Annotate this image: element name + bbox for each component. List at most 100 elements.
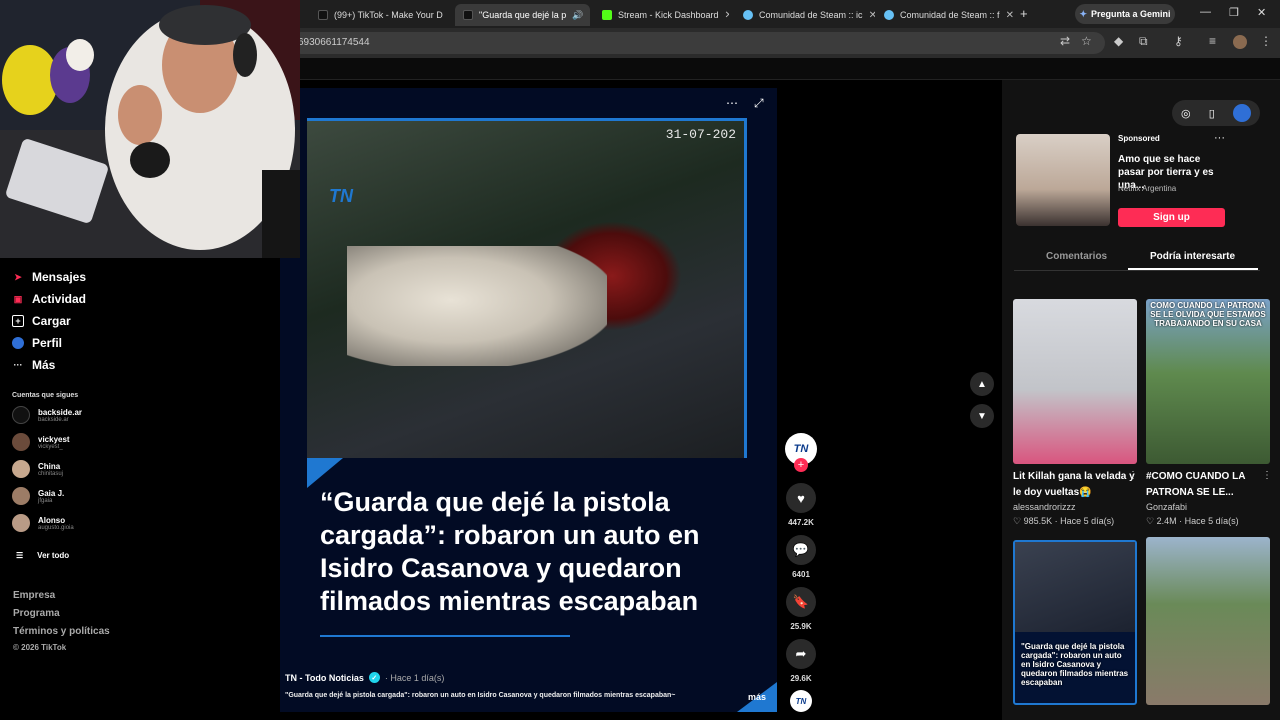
chevron-down-icon: ▼ [977, 410, 987, 422]
comment-button[interactable]: 💬 6401 [786, 535, 816, 579]
speaker-icon[interactable]: 🔊 [572, 10, 583, 21]
puzzle-icon[interactable]: ⧉ [1139, 34, 1148, 49]
account-name: vickyest [38, 434, 70, 444]
ask-gemini-button[interactable]: ✦ Pregunta a Gemini [1075, 4, 1175, 24]
maximize-icon[interactable]: ❐ [1229, 6, 1239, 19]
browser-menu-icon[interactable]: ⋮ [1260, 34, 1272, 48]
new-tab-button[interactable]: + [1020, 6, 1028, 21]
footer-link[interactable]: Términos y políticas [13, 626, 110, 637]
footer-link[interactable]: Programa [13, 608, 60, 619]
card-user[interactable]: Gonzafabi [1146, 502, 1187, 512]
sidebar-item-perfil[interactable]: Perfil [12, 336, 62, 350]
recommended-video-thumbnail[interactable]: "Guarda que dejé la pistola cargada": ro… [1013, 540, 1137, 705]
gemini-sparkle-icon: ✦ [1079, 8, 1087, 19]
more-options-icon[interactable]: ⋯ [726, 96, 738, 110]
see-all-label: Ver todo [37, 551, 70, 560]
plus-square-icon: + [12, 315, 24, 327]
address-bar[interactable]: 6930661174544 [290, 32, 1105, 54]
expand-icon[interactable]: ⤢ [754, 96, 764, 111]
sidebar-item-actividad[interactable]: ▣ Actividad [12, 292, 86, 306]
card-title[interactable]: Lit Killah gana la velada y le doy vuelt… [1013, 469, 1137, 501]
tab-label: "Guarda que dejé la p [479, 10, 567, 20]
signup-button[interactable]: Sign up [1118, 208, 1225, 227]
card-stats: ♡ 2.4M · Hace 5 día(s) [1146, 516, 1239, 526]
bookmark-icon: 🔖 [786, 587, 816, 617]
white-car-shape [347, 246, 607, 366]
card-options-icon[interactable]: ⋮ [1128, 470, 1138, 481]
avatar[interactable] [1232, 104, 1251, 122]
followed-account[interactable]: Alonso augusto.gioia [12, 514, 74, 532]
recommended-video-thumbnail[interactable] [1146, 537, 1270, 705]
previous-video-button[interactable]: ▲ [970, 372, 994, 396]
browser-tab-kick[interactable]: Stream - Kick Dashboard ✕ [594, 4, 729, 26]
card-user[interactable]: alessandrorizzz [1013, 502, 1076, 512]
card-title[interactable]: #COMO CUANDO LA PATRONA SE LE... [1146, 469, 1270, 501]
see-all-link[interactable]: ☰ Ver todo [16, 551, 69, 560]
next-video-button[interactable]: ▼ [970, 404, 994, 428]
sidebar-item-mensajes[interactable]: ➤ Mensajes [12, 270, 86, 284]
more-caption-link[interactable]: más [748, 692, 766, 702]
tabs-divider [1014, 270, 1260, 271]
followed-account[interactable]: vickyest vickyest_ [12, 433, 70, 451]
sidebar-item-label: Perfil [32, 336, 63, 350]
browser-tab-steam-2[interactable]: Comunidad de Steam :: f ✕ [876, 4, 1016, 26]
media-control-icon[interactable]: ≡ [1209, 34, 1216, 48]
password-key-icon[interactable]: ⚷ [1174, 34, 1183, 48]
account-handle: chinitasuj [38, 470, 64, 477]
close-window-icon[interactable]: ✕ [1257, 6, 1266, 19]
comment-icon: 💬 [786, 535, 816, 565]
paper-plane-icon: ➤ [14, 271, 22, 282]
ad-thumbnail[interactable] [1016, 134, 1110, 226]
sound-disc-avatar[interactable]: TN [790, 690, 812, 712]
close-tab-icon[interactable]: ✕ [589, 10, 590, 21]
account-handle: vickyest_ [38, 443, 63, 450]
follow-button[interactable]: + [794, 458, 808, 472]
post-time: · Hace 1 día(s) [384, 672, 445, 683]
save-button[interactable]: 🔖 25.9K [786, 587, 816, 631]
close-tab-icon[interactable]: ✕ [1006, 10, 1014, 21]
card-options-icon[interactable]: ⋮ [1262, 470, 1272, 481]
profile-avatar[interactable] [1233, 35, 1247, 49]
compass-icon[interactable]: ◎ [1181, 107, 1191, 120]
recommended-video-thumbnail[interactable]: COMO CUANDO LA PATRONA SE LE OLVIDA QUE … [1146, 299, 1270, 464]
translate-icon[interactable]: ⇄ [1060, 34, 1070, 48]
share-arrow-icon: ➦ [786, 639, 816, 669]
share-button[interactable]: ➦ 29.6K [786, 639, 816, 683]
minimize-icon[interactable]: — [1200, 6, 1211, 18]
sidebar-item-mas[interactable]: ··· Más [12, 358, 56, 372]
save-count: 25.9K [790, 622, 812, 631]
video-author[interactable]: TN - Todo Noticias ✓ · Hace 1 día(s) [285, 672, 444, 683]
browser-tab-steam-1[interactable]: Comunidad de Steam :: ic ✕ [735, 4, 875, 26]
browser-tab-tiktok[interactable]: (99+) TikTok - Make Your D [310, 4, 450, 26]
followed-account[interactable]: Gaia J. jfgaia [12, 487, 64, 505]
browser-tab-active[interactable]: "Guarda que dejé la p 🔊 ✕ [455, 4, 590, 26]
followed-account[interactable]: China chinitasuj [12, 460, 63, 478]
sponsored-label: Sponsored [1118, 134, 1160, 143]
sidebar-item-label: Actividad [32, 292, 87, 306]
tab-label: Stream - Kick Dashboard [618, 10, 719, 20]
video-player[interactable]: ⋯ ⤢ TN 31-07-202 “Guarda que dejé la pis… [280, 88, 777, 712]
copyright: © 2026 TikTok [13, 643, 67, 652]
bookmark-star-icon[interactable]: ☆ [1081, 34, 1092, 48]
footer-link[interactable]: Empresa [13, 590, 55, 601]
like-button[interactable]: ♥ 447.2K [786, 483, 816, 527]
avatar [12, 487, 30, 505]
close-tab-icon[interactable]: ✕ [869, 10, 875, 21]
corner-accent [307, 458, 343, 488]
tab-label: Comunidad de Steam :: f [900, 10, 1000, 20]
sidebar-item-cargar[interactable]: + Cargar [12, 314, 71, 328]
close-tab-icon[interactable]: ✕ [725, 10, 729, 21]
phone-icon[interactable]: ▯ [1209, 107, 1215, 120]
tab-comentarios[interactable]: Comentarios [1046, 251, 1107, 262]
tab-podria-interesarte[interactable]: Podría interesarte [1150, 251, 1235, 262]
recommended-video-thumbnail[interactable] [1013, 299, 1137, 464]
sidebar-item-label: Más [32, 358, 56, 372]
chevron-up-icon: ▲ [977, 378, 987, 390]
extension-icon[interactable]: ◆ [1114, 34, 1123, 48]
cctv-date-stamp: 31-07-202 [665, 127, 736, 142]
ad-options-icon[interactable]: ··· [1214, 132, 1225, 144]
account-handle: jfgaia [38, 497, 53, 504]
followed-account[interactable]: backside.ar backside.ar [12, 406, 82, 424]
tab-label: Comunidad de Steam :: ic [759, 10, 863, 20]
webcam-scene [0, 0, 300, 258]
